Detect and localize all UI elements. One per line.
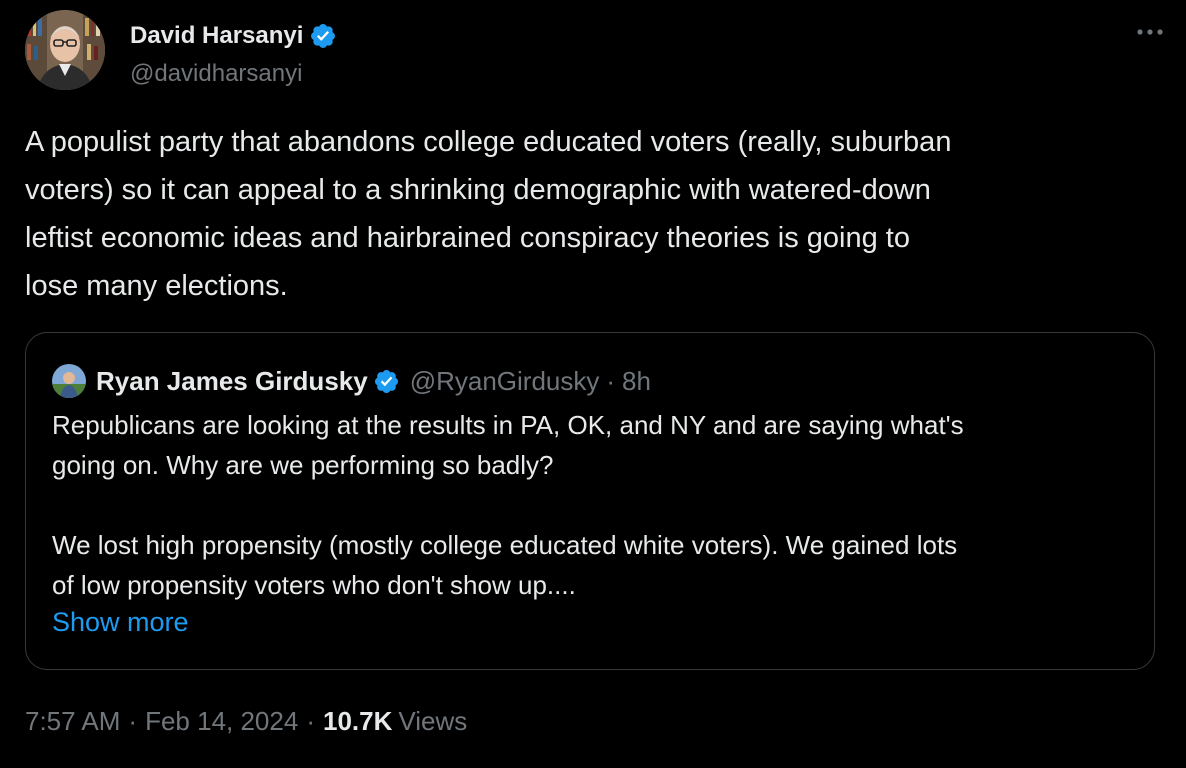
tweet-meta: 7:57 AM · Feb 14, 2024 · 10.7K Views [25,706,467,737]
separator-dot: · [128,706,138,736]
verified-badge-icon [311,24,336,48]
quoted-author-name[interactable]: Ryan James Girdusky [96,366,368,397]
separator-dot: · [606,365,616,396]
tweet-time[interactable]: 7:57 AM [25,706,120,737]
separator-dot: · [306,706,315,736]
views-count[interactable]: 10.7K [323,706,392,737]
quoted-author-avatar[interactable] [52,364,86,398]
tweet-text: A populist party that abandons college e… [25,126,952,302]
quoted-tweet-text: Republicans are looking at the results i… [52,410,964,600]
quoted-tweet-card[interactable]: Ryan James Girdusky @RyanGirdusky · 8h R… [25,332,1155,670]
quoted-author-avatar-image [52,364,86,398]
verified-badge-icon [374,369,398,393]
more-options-button[interactable] [1134,20,1166,44]
author-name[interactable]: David Harsanyi [130,22,303,50]
author-avatar[interactable] [25,10,105,90]
author-handle[interactable]: @davidharsanyi [130,60,302,88]
tweet-date[interactable]: Feb 14, 2024 [145,706,298,737]
quoted-tweet-header: Ryan James Girdusky @RyanGirdusky · 8h [52,364,651,398]
show-more-link[interactable]: Show more [52,607,189,638]
more-horizontal-icon [1137,29,1163,35]
author-name-row: David Harsanyi [130,22,337,50]
views-label: Views [398,706,468,736]
tweet-header: David Harsanyi @davidharsanyi [25,10,1166,90]
quoted-timestamp[interactable]: 8h [622,366,651,397]
author-avatar-image [25,10,105,90]
quoted-author-handle[interactable]: @RyanGirdusky [410,366,600,397]
